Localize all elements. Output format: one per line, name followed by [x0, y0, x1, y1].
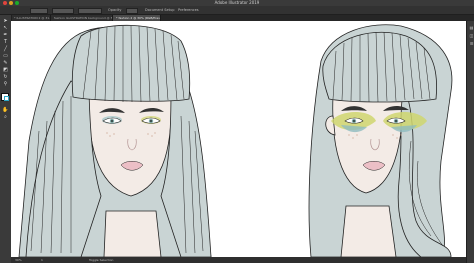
layers-icon[interactable]: ◫ [468, 33, 474, 39]
left-neck [103, 210, 162, 257]
artboard-canvas[interactable] [11, 21, 466, 257]
style-swatch[interactable] [30, 8, 48, 14]
rectangle-icon[interactable]: ▭ [2, 53, 9, 59]
rotate-icon[interactable]: ↻ [2, 74, 9, 80]
eraser-icon[interactable]: ◩ [2, 67, 9, 73]
opacity-field[interactable] [126, 8, 138, 14]
pen-icon[interactable]: ✒ [2, 32, 9, 38]
select-arrow-icon[interactable]: ➤ [2, 18, 9, 24]
control-bar: Opacity Document Setup Preferences [0, 6, 474, 15]
stroke-swatch[interactable] [4, 96, 9, 101]
line-icon[interactable]: ╱ [2, 46, 9, 52]
stroke-weight-field[interactable] [52, 8, 74, 14]
zoom-icon[interactable]: ⌕ [2, 114, 9, 120]
panel-dock: ▤ ◫ ☰ [466, 21, 474, 263]
artboard-number[interactable]: 1 [41, 257, 43, 263]
right-neck [340, 205, 397, 257]
hand-icon[interactable]: ✋ [2, 107, 9, 113]
eyedropper-icon[interactable]: ⚲ [2, 81, 9, 87]
opacity-label[interactable]: Opacity [108, 6, 121, 14]
zoom-level[interactable]: 30% [15, 257, 22, 263]
brush-icon[interactable]: ✎ [2, 60, 9, 66]
properties-icon[interactable]: ▤ [468, 25, 474, 31]
current-tool-status: Toggle Selection [89, 258, 114, 262]
fashion-illustration [18, 24, 453, 257]
type-icon[interactable]: T [2, 39, 9, 45]
document-setup-button[interactable]: Document Setup [145, 6, 174, 14]
status-bar: 30% 1 Toggle Selection [11, 257, 466, 263]
libraries-icon[interactable]: ☰ [468, 41, 474, 47]
brush-definition-field[interactable] [78, 8, 102, 14]
right-face-group [308, 24, 453, 257]
direct-select-icon[interactable]: ↖ [2, 25, 9, 31]
preferences-button[interactable]: Preferences [178, 6, 199, 14]
left-face-group [18, 24, 212, 257]
